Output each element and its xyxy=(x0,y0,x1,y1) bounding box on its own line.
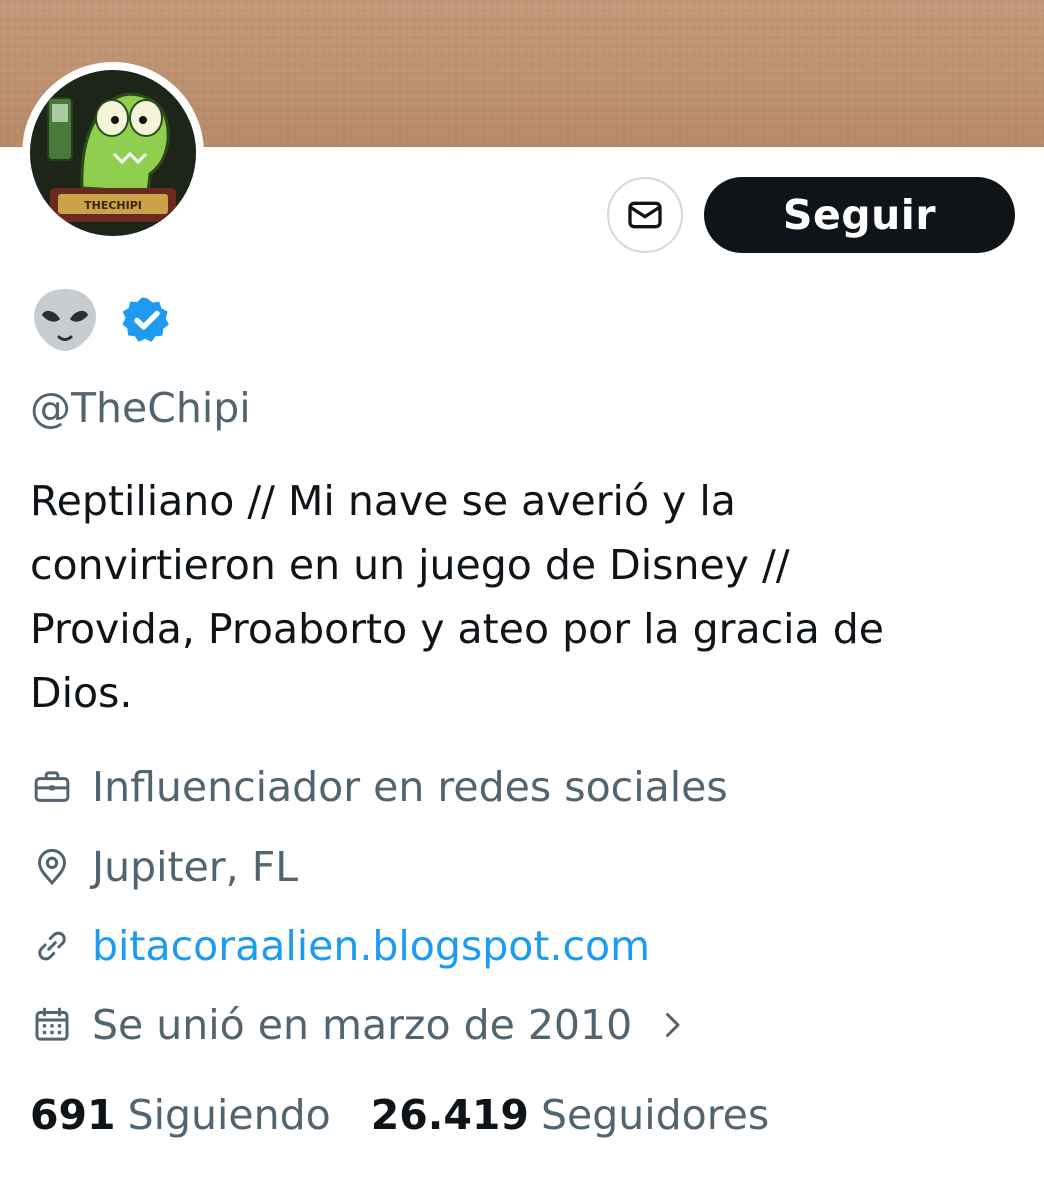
join-date-text: Se unió en marzo de 2010 xyxy=(92,1001,633,1049)
following-link[interactable]: 691 Siguiendo xyxy=(30,1091,331,1139)
category-text: Influenciador en redes sociales xyxy=(92,763,728,811)
chevron-right-icon[interactable] xyxy=(650,1003,694,1047)
profile-category: Influenciador en redes sociales xyxy=(30,757,728,817)
following-count: 691 xyxy=(30,1091,116,1139)
follow-button[interactable]: Seguir xyxy=(704,177,1015,253)
profile-website[interactable]: bitacoraalien.blogspot.com xyxy=(30,916,650,976)
message-button[interactable] xyxy=(607,177,683,253)
location-pin-icon xyxy=(30,845,74,889)
profile-handle: @TheChipi xyxy=(30,384,251,432)
calendar-icon xyxy=(30,1003,74,1047)
profile-location: Jupiter, FL xyxy=(30,837,298,897)
avatar[interactable]: THECHIPI xyxy=(22,62,204,244)
profile-bio: Reptiliano // Mi nave se averió y la con… xyxy=(30,469,1010,725)
alien-emoji-icon xyxy=(34,289,96,351)
follow-stats: 691 Siguiendo 26.419 Seguidores xyxy=(30,1085,769,1145)
avatar-label: THECHIPI xyxy=(84,199,142,212)
location-text: Jupiter, FL xyxy=(92,843,299,891)
link-icon xyxy=(30,924,74,968)
following-label: Siguiendo xyxy=(127,1091,331,1139)
followers-count: 26.419 xyxy=(370,1091,529,1139)
bio-line: Provida, Proaborto y ateo por la gracia … xyxy=(30,605,884,653)
briefcase-icon xyxy=(30,765,74,809)
profile-join-date[interactable]: Se unió en marzo de 2010 xyxy=(30,995,694,1055)
envelope-icon xyxy=(628,201,662,229)
display-name xyxy=(30,285,172,355)
followers-link[interactable]: 26.419 Seguidores xyxy=(371,1091,770,1139)
bio-line: Dios. xyxy=(30,669,133,717)
avatar-image: THECHIPI xyxy=(30,70,196,236)
bio-line: convirtieron en un juego de Disney // xyxy=(30,541,790,589)
verified-badge-icon[interactable] xyxy=(122,295,172,345)
followers-label: Seguidores xyxy=(540,1091,770,1139)
website-link[interactable]: bitacoraalien.blogspot.com xyxy=(92,922,650,970)
bio-line: Reptiliano // Mi nave se averió y la xyxy=(30,477,736,525)
